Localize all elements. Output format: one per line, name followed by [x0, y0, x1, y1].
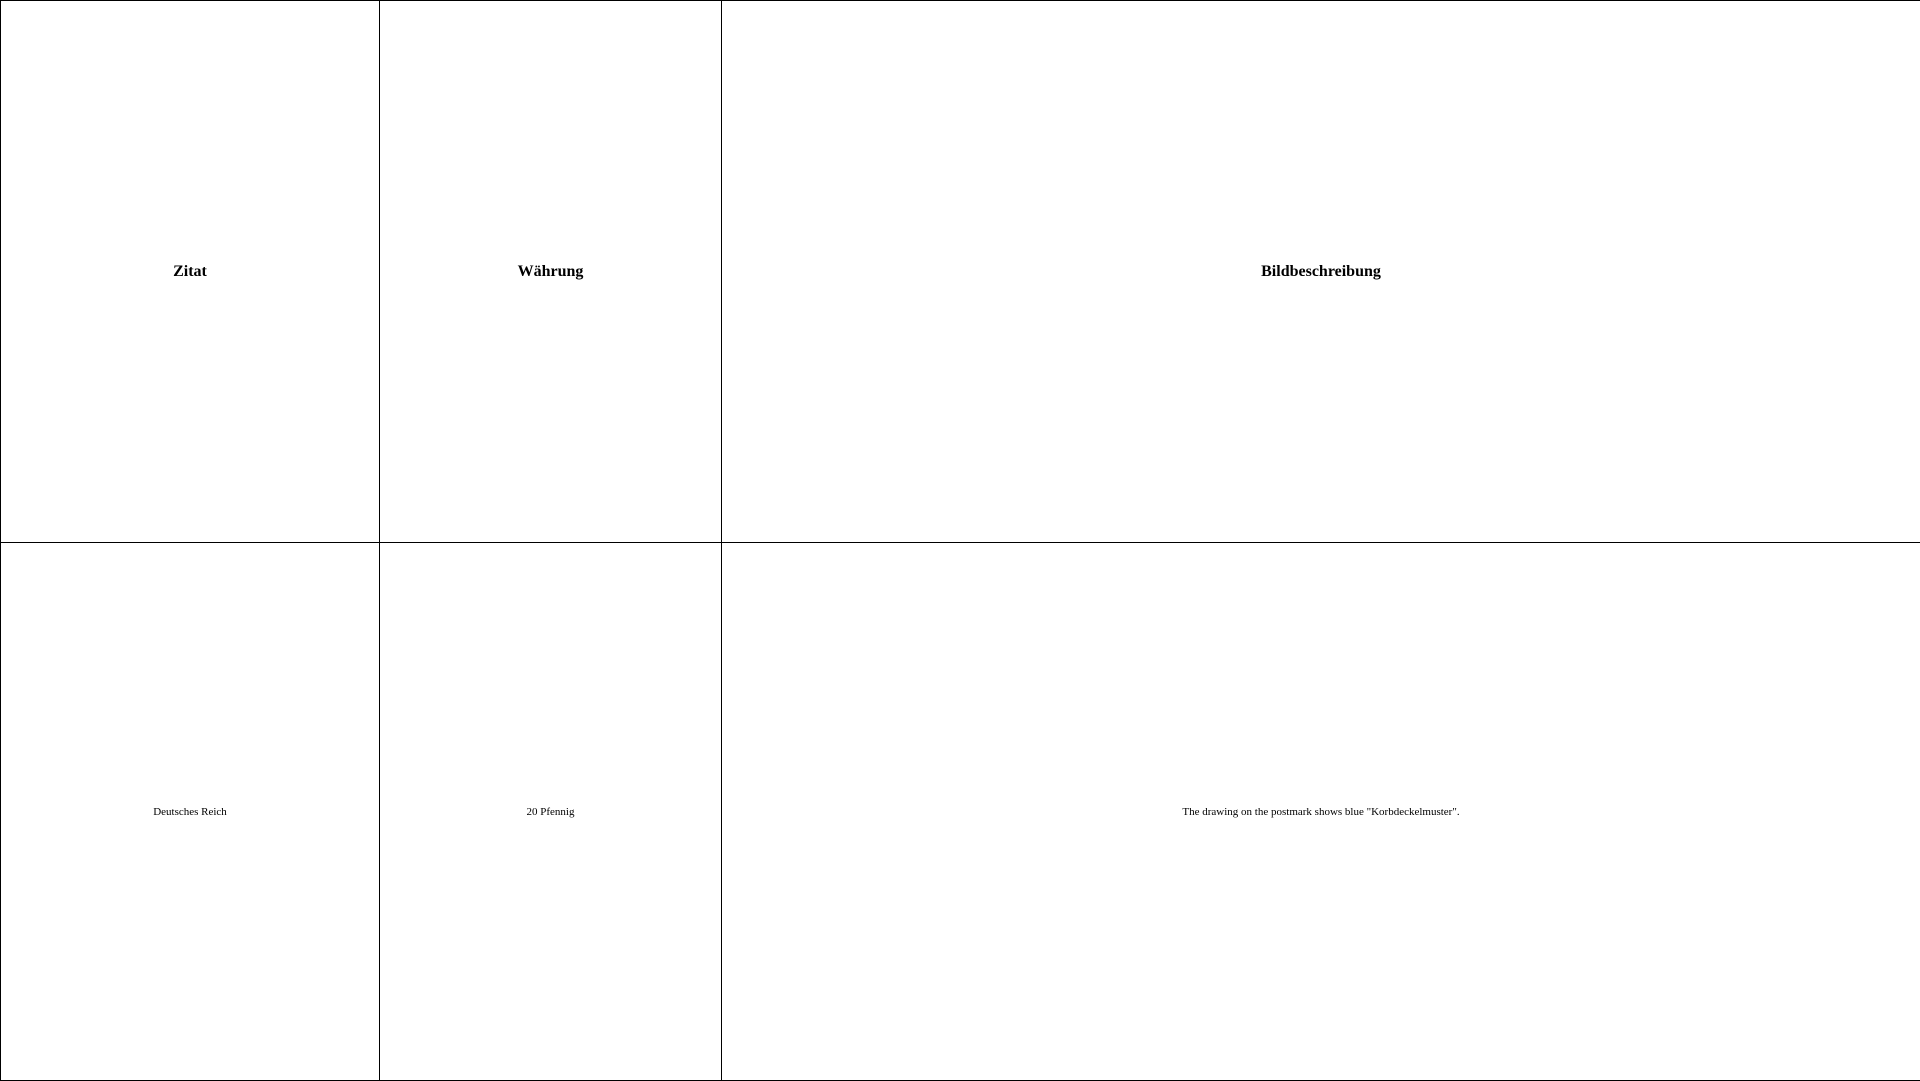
- cell-zitat: Deutsches Reich: [1, 543, 380, 1081]
- data-table: Zitat Währung Bildbeschreibung Deutsches…: [0, 0, 1920, 1081]
- header-zitat: Zitat: [1, 1, 380, 543]
- header-row: Zitat Währung Bildbeschreibung: [1, 1, 1920, 543]
- cell-waehrung: 20 Pfennig: [380, 543, 722, 1081]
- header-waehrung: Währung: [380, 1, 722, 543]
- table-row: Deutsches Reich 20 Pfennig The drawing o…: [1, 543, 1920, 1081]
- cell-bildbeschreibung: The drawing on the postmark shows blue "…: [722, 543, 1920, 1081]
- header-bildbeschreibung: Bildbeschreibung: [722, 1, 1920, 543]
